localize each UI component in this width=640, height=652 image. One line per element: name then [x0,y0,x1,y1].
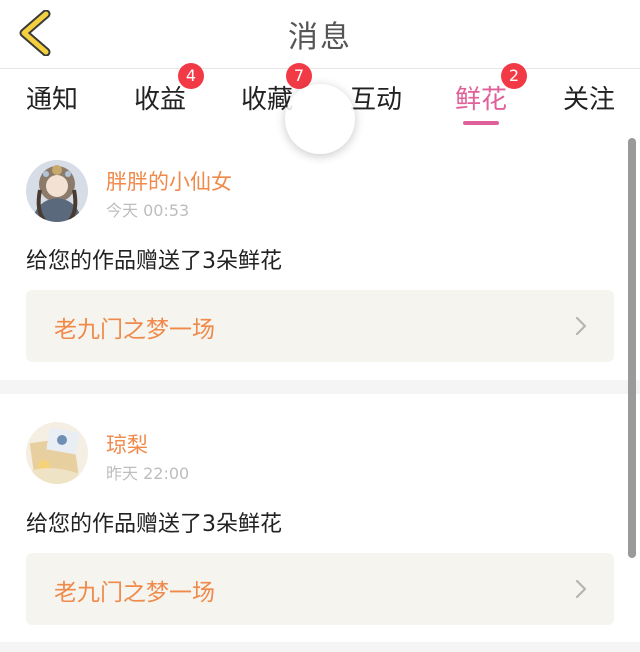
message-card: 胖胖的小仙女 今天 00:53 给您的作品赠送了3朵鲜花 老九门之梦一场 [0,138,640,378]
page-title: 消息 [288,20,352,55]
divider [0,380,640,394]
work-title: 老九门之梦一场 [54,580,215,606]
message-text: 给您的作品赠送了3朵鲜花 [26,249,282,274]
work-link[interactable]: 老九门之梦一场 [26,290,614,362]
tab-earnings[interactable]: 收益 [134,79,186,116]
messages-page: 消息 通知 收益 4 收藏 7 互动 鲜花 2 关注 胖胖的小仙女 今天 00:… [0,0,640,652]
scrollbar[interactable] [628,138,636,558]
divider [0,642,640,652]
avatar[interactable] [26,422,88,484]
flowers-badge: 2 [501,63,527,89]
chevron-right-icon [575,316,587,336]
tab-flowers[interactable]: 鲜花 [455,79,507,116]
tab-interactions[interactable]: 互动 [350,79,402,116]
username[interactable]: 胖胖的小仙女 [106,166,232,196]
avatar[interactable] [26,160,88,222]
floating-touch-button[interactable] [285,84,355,154]
work-title: 老九门之梦一场 [54,317,215,343]
message-card: 琼梨 昨天 22:00 给您的作品赠送了3朵鲜花 老九门之梦一场 [0,394,640,652]
earnings-badge: 4 [178,63,204,89]
avatar-image [26,160,88,222]
message-text: 给您的作品赠送了3朵鲜花 [26,512,282,537]
chevron-right-icon [575,579,587,599]
message-time: 今天 00:53 [106,201,190,220]
header-bar: 消息 [0,0,640,69]
avatar-image [26,422,88,484]
active-tab-indicator [463,121,499,125]
tab-notifications[interactable]: 通知 [26,79,78,116]
tab-follows[interactable]: 关注 [563,79,615,116]
username[interactable]: 琼梨 [106,429,148,459]
work-link[interactable]: 老九门之梦一场 [26,553,614,625]
message-time: 昨天 22:00 [106,464,190,483]
